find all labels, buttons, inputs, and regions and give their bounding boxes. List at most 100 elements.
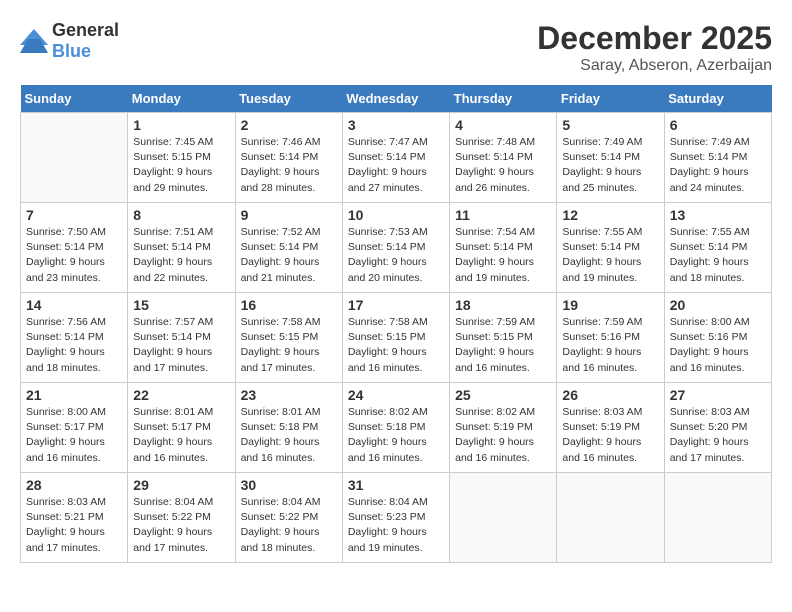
- calendar-cell: 3 Sunrise: 7:47 AM Sunset: 5:14 PM Daylig…: [342, 113, 449, 203]
- day-number: 18: [455, 297, 551, 313]
- day-number: 25: [455, 387, 551, 403]
- header-day-saturday: Saturday: [664, 85, 771, 113]
- calendar-cell: 20 Sunrise: 8:00 AM Sunset: 5:16 PM Dayli…: [664, 293, 771, 383]
- calendar-cell: 9 Sunrise: 7:52 AM Sunset: 5:14 PM Daylig…: [235, 203, 342, 293]
- calendar-cell: 29 Sunrise: 8:04 AM Sunset: 5:22 PM Dayli…: [128, 473, 235, 563]
- day-number: 10: [348, 207, 444, 223]
- day-info: Sunrise: 8:03 AM Sunset: 5:21 PM Dayligh…: [26, 495, 122, 556]
- logo-blue: Blue: [52, 41, 91, 61]
- logo-icon: [20, 29, 48, 53]
- day-number: 28: [26, 477, 122, 493]
- day-number: 13: [670, 207, 766, 223]
- calendar-body: 1 Sunrise: 7:45 AM Sunset: 5:15 PM Daylig…: [21, 113, 772, 563]
- calendar-cell: 4Sunrise: 7:48 AM Sunset: 5:14 PM Daylig…: [450, 113, 557, 203]
- day-info: Sunrise: 7:54 AM Sunset: 5:14 PM Dayligh…: [455, 225, 551, 286]
- day-number: 9: [241, 207, 337, 223]
- calendar-cell: 22 Sunrise: 8:01 AM Sunset: 5:17 PM Dayli…: [128, 383, 235, 473]
- day-number: 1: [133, 117, 229, 133]
- calendar-cell: 18Sunrise: 7:59 AM Sunset: 5:15 PM Dayli…: [450, 293, 557, 383]
- day-info: Sunrise: 7:47 AM Sunset: 5:14 PM Dayligh…: [348, 135, 444, 196]
- calendar-header-row: SundayMondayTuesdayWednesdayThursdayFrid…: [21, 85, 772, 113]
- day-number: 21: [26, 387, 122, 403]
- day-number: 24: [348, 387, 444, 403]
- day-number: 19: [562, 297, 658, 313]
- calendar-week-4: 21Sunrise: 8:00 AM Sunset: 5:17 PM Dayli…: [21, 383, 772, 473]
- day-info: Sunrise: 7:45 AM Sunset: 5:15 PM Dayligh…: [133, 135, 229, 196]
- day-info: Sunrise: 8:03 AM Sunset: 5:20 PM Dayligh…: [670, 405, 766, 466]
- day-number: 2: [241, 117, 337, 133]
- calendar-cell: 6 Sunrise: 7:49 AM Sunset: 5:14 PM Daylig…: [664, 113, 771, 203]
- calendar-cell: 1 Sunrise: 7:45 AM Sunset: 5:15 PM Daylig…: [128, 113, 235, 203]
- calendar-cell: 25 Sunrise: 8:02 AM Sunset: 5:19 PM Dayli…: [450, 383, 557, 473]
- day-info: Sunrise: 7:52 AM Sunset: 5:14 PM Dayligh…: [241, 225, 337, 286]
- day-number: 26: [562, 387, 658, 403]
- calendar-cell: 7Sunrise: 7:50 AM Sunset: 5:14 PM Daylig…: [21, 203, 128, 293]
- day-info: Sunrise: 8:02 AM Sunset: 5:19 PM Dayligh…: [455, 405, 551, 466]
- calendar-cell: 26Sunrise: 8:03 AM Sunset: 5:19 PM Dayli…: [557, 383, 664, 473]
- day-number: 6: [670, 117, 766, 133]
- day-info: Sunrise: 8:04 AM Sunset: 5:23 PM Dayligh…: [348, 495, 444, 556]
- calendar-cell: 30 Sunrise: 8:04 AM Sunset: 5:22 PM Dayli…: [235, 473, 342, 563]
- day-number: 8: [133, 207, 229, 223]
- calendar-cell: 2 Sunrise: 7:46 AM Sunset: 5:14 PM Daylig…: [235, 113, 342, 203]
- day-number: 5: [562, 117, 658, 133]
- page-header: General Blue December 2025 Saray, Absero…: [20, 20, 772, 75]
- day-number: 30: [241, 477, 337, 493]
- calendar-cell: 23Sunrise: 8:01 AM Sunset: 5:18 PM Dayli…: [235, 383, 342, 473]
- day-info: Sunrise: 7:48 AM Sunset: 5:14 PM Dayligh…: [455, 135, 551, 196]
- day-number: 20: [670, 297, 766, 313]
- day-info: Sunrise: 7:59 AM Sunset: 5:16 PM Dayligh…: [562, 315, 658, 376]
- calendar-week-5: 28 Sunrise: 8:03 AM Sunset: 5:21 PM Dayli…: [21, 473, 772, 563]
- day-info: Sunrise: 7:51 AM Sunset: 5:14 PM Dayligh…: [133, 225, 229, 286]
- day-info: Sunrise: 7:49 AM Sunset: 5:14 PM Dayligh…: [670, 135, 766, 196]
- header-day-monday: Monday: [128, 85, 235, 113]
- calendar-cell: [664, 473, 771, 563]
- title-month: December 2025: [537, 20, 772, 57]
- day-info: Sunrise: 7:53 AM Sunset: 5:14 PM Dayligh…: [348, 225, 444, 286]
- calendar-cell: 5Sunrise: 7:49 AM Sunset: 5:14 PM Daylig…: [557, 113, 664, 203]
- calendar-cell: 8 Sunrise: 7:51 AM Sunset: 5:14 PM Daylig…: [128, 203, 235, 293]
- day-number: 3: [348, 117, 444, 133]
- day-info: Sunrise: 8:04 AM Sunset: 5:22 PM Dayligh…: [241, 495, 337, 556]
- calendar-week-1: 1 Sunrise: 7:45 AM Sunset: 5:15 PM Daylig…: [21, 113, 772, 203]
- day-info: Sunrise: 8:01 AM Sunset: 5:18 PM Dayligh…: [241, 405, 337, 466]
- calendar-cell: 14Sunrise: 7:56 AM Sunset: 5:14 PM Dayli…: [21, 293, 128, 383]
- day-info: Sunrise: 8:01 AM Sunset: 5:17 PM Dayligh…: [133, 405, 229, 466]
- day-info: Sunrise: 7:55 AM Sunset: 5:14 PM Dayligh…: [562, 225, 658, 286]
- calendar-cell: 15 Sunrise: 7:57 AM Sunset: 5:14 PM Dayli…: [128, 293, 235, 383]
- calendar-cell: 31Sunrise: 8:04 AM Sunset: 5:23 PM Dayli…: [342, 473, 449, 563]
- header-day-friday: Friday: [557, 85, 664, 113]
- calendar-cell: [557, 473, 664, 563]
- header-day-wednesday: Wednesday: [342, 85, 449, 113]
- day-number: 16: [241, 297, 337, 313]
- day-number: 29: [133, 477, 229, 493]
- calendar-cell: 27 Sunrise: 8:03 AM Sunset: 5:20 PM Dayli…: [664, 383, 771, 473]
- title-location: Saray, Abseron, Azerbaijan: [537, 57, 772, 75]
- logo-general: General: [52, 20, 119, 40]
- day-info: Sunrise: 7:58 AM Sunset: 5:15 PM Dayligh…: [348, 315, 444, 376]
- day-info: Sunrise: 8:04 AM Sunset: 5:22 PM Dayligh…: [133, 495, 229, 556]
- day-number: 22: [133, 387, 229, 403]
- calendar-cell: 10 Sunrise: 7:53 AM Sunset: 5:14 PM Dayli…: [342, 203, 449, 293]
- day-number: 7: [26, 207, 122, 223]
- day-number: 15: [133, 297, 229, 313]
- calendar-cell: 16 Sunrise: 7:58 AM Sunset: 5:15 PM Dayli…: [235, 293, 342, 383]
- day-info: Sunrise: 7:55 AM Sunset: 5:14 PM Dayligh…: [670, 225, 766, 286]
- calendar-week-3: 14Sunrise: 7:56 AM Sunset: 5:14 PM Dayli…: [21, 293, 772, 383]
- day-number: 17: [348, 297, 444, 313]
- day-info: Sunrise: 7:58 AM Sunset: 5:15 PM Dayligh…: [241, 315, 337, 376]
- day-info: Sunrise: 7:46 AM Sunset: 5:14 PM Dayligh…: [241, 135, 337, 196]
- calendar-week-2: 7Sunrise: 7:50 AM Sunset: 5:14 PM Daylig…: [21, 203, 772, 293]
- calendar-cell: [450, 473, 557, 563]
- calendar-cell: 17 Sunrise: 7:58 AM Sunset: 5:15 PM Dayli…: [342, 293, 449, 383]
- day-info: Sunrise: 8:02 AM Sunset: 5:18 PM Dayligh…: [348, 405, 444, 466]
- day-number: 14: [26, 297, 122, 313]
- title-block: December 2025 Saray, Abseron, Azerbaijan: [537, 20, 772, 75]
- calendar-cell: 28 Sunrise: 8:03 AM Sunset: 5:21 PM Dayli…: [21, 473, 128, 563]
- day-number: 27: [670, 387, 766, 403]
- day-number: 12: [562, 207, 658, 223]
- logo: General Blue: [20, 20, 119, 62]
- day-info: Sunrise: 8:00 AM Sunset: 5:16 PM Dayligh…: [670, 315, 766, 376]
- day-info: Sunrise: 7:57 AM Sunset: 5:14 PM Dayligh…: [133, 315, 229, 376]
- header-day-thursday: Thursday: [450, 85, 557, 113]
